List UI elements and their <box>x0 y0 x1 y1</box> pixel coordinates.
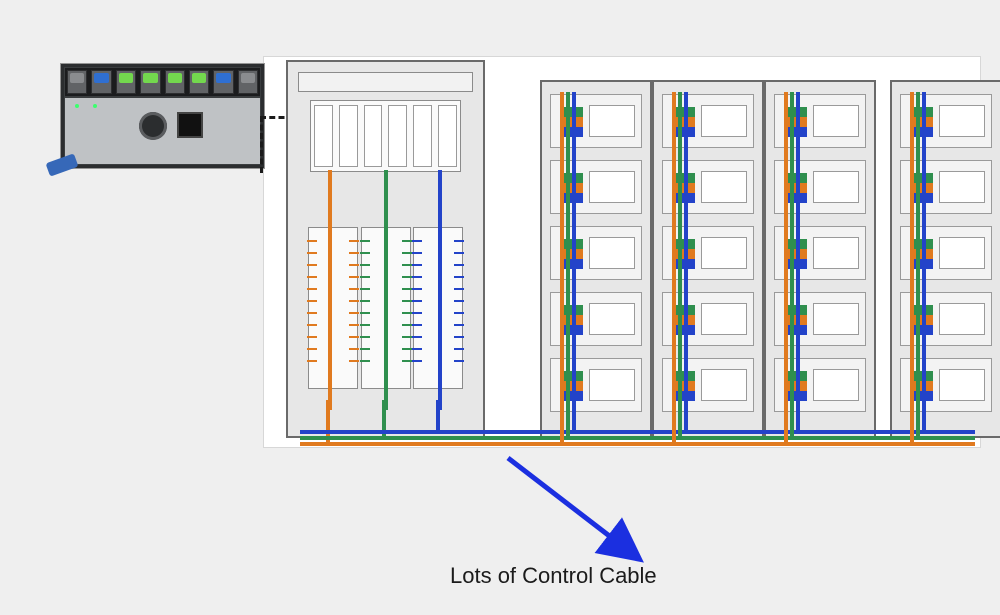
terminal-bay-orange <box>308 227 358 389</box>
arrow-icon <box>498 448 658 578</box>
mcc-column-3 <box>764 80 876 438</box>
mcc-column-1 <box>540 80 652 438</box>
io-marshalling-cabinet <box>286 60 485 438</box>
caption-text: Lots of Control Cable <box>450 563 657 589</box>
plc-rack-icon <box>60 63 265 169</box>
mcc-column-4 <box>890 80 1000 438</box>
plc-slot-row <box>65 68 260 96</box>
diagram-stage: Lots of Control Cable <box>0 0 1000 615</box>
io-card-bay <box>310 100 461 172</box>
mcc-column-2 <box>652 80 764 438</box>
